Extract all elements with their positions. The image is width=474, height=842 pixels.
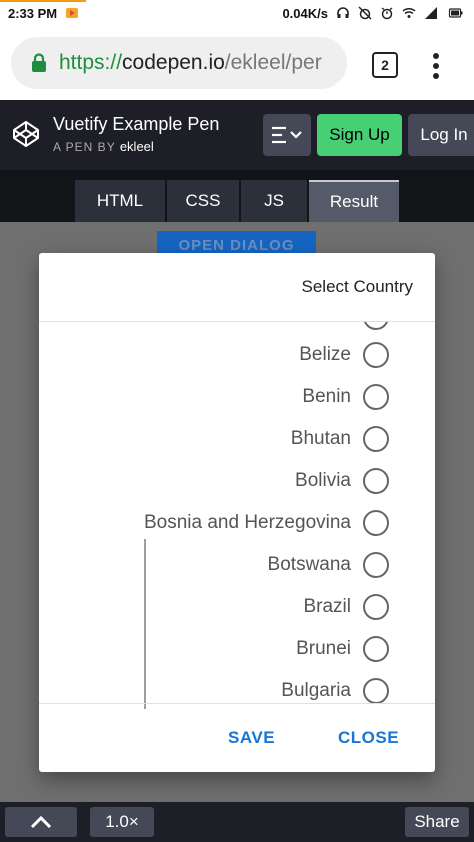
sign-up-button[interactable]: Sign Up: [317, 114, 402, 156]
status-time: 2:33 PM: [8, 5, 58, 21]
url-bar[interactable]: https://codepen.io/ekleel/per: [11, 37, 347, 89]
headset-icon: [337, 7, 349, 18]
status-bar: 2:33 PM 0.04K/s: [0, 0, 474, 26]
radio-option[interactable]: Brunei: [39, 628, 435, 670]
dialog-title: Select Country: [301, 277, 414, 296]
chevron-up-icon: [30, 815, 52, 829]
radio-label: Botswana: [267, 554, 351, 575]
browser-toolbar: https://codepen.io/ekleel/per 2: [0, 26, 474, 100]
editor-tabs: HTML CSS JS Result: [0, 170, 474, 222]
battery-icon: [448, 8, 463, 18]
pen-author[interactable]: ekleel: [120, 139, 154, 154]
radio-label: Bosnia and Herzegovina: [143, 512, 351, 533]
codepen-footer: 1.0× Share: [0, 802, 474, 842]
radio-circle-icon[interactable]: [363, 384, 389, 410]
url-scheme: https://: [59, 51, 123, 74]
signal-icon: [425, 7, 437, 19]
radio-label: Belize: [299, 344, 351, 365]
notification-app-icon: [66, 8, 79, 18]
byline-prefix: A PEN BY: [53, 140, 116, 154]
tab-js[interactable]: JS: [241, 180, 307, 222]
radio-circle-icon[interactable]: [363, 342, 389, 368]
alarm-icon: [381, 7, 393, 20]
radio-label: Bulgaria: [281, 680, 351, 701]
log-in-button[interactable]: Log In: [408, 114, 474, 156]
wifi-icon: [402, 7, 416, 18]
radio-option[interactable]: Bhutan: [39, 418, 435, 460]
radio-label: Benin: [302, 386, 351, 407]
tab-html[interactable]: HTML: [75, 180, 165, 222]
select-country-dialog: Select Country Belize Benin Bhutan Boliv…: [39, 253, 435, 772]
radio-option[interactable]: Brazil: [39, 586, 435, 628]
dialog-actions: SAVE CLOSE: [39, 704, 435, 772]
radio-option[interactable]: Botswana: [39, 544, 435, 586]
layout-menu-icon: [272, 126, 302, 144]
page-load-progress: [0, 0, 86, 2]
save-button[interactable]: SAVE: [228, 728, 275, 748]
radio-option[interactable]: Bolivia: [39, 460, 435, 502]
radio-circle-icon[interactable]: [363, 510, 389, 536]
radio-option[interactable]: Bulgaria: [39, 670, 435, 703]
tab-switcher-button[interactable]: 2: [372, 52, 398, 78]
open-dialog-button[interactable]: OPEN DIALOG: [157, 231, 316, 253]
pen-byline: A PEN BY ekleel: [53, 139, 154, 154]
radio-circle-icon[interactable]: [363, 426, 389, 452]
radio-circle-icon[interactable]: [363, 552, 389, 578]
radio-option[interactable]: Belize: [39, 334, 435, 376]
list-scroll-indicator[interactable]: [144, 539, 146, 709]
codepen-logo-icon[interactable]: [12, 120, 40, 148]
tab-css[interactable]: CSS: [167, 180, 239, 222]
country-radio-list[interactable]: Belize Benin Bhutan Bolivia Bosnia and H…: [39, 322, 435, 703]
radio-label: Brazil: [303, 596, 351, 617]
share-button[interactable]: Share: [405, 807, 469, 837]
radio-label: Bhutan: [290, 428, 351, 449]
expand-up-button[interactable]: [5, 807, 77, 837]
radio-circle-icon[interactable]: [363, 468, 389, 494]
tab-result[interactable]: Result: [309, 180, 399, 222]
radio-circle-icon[interactable]: [363, 678, 389, 703]
radio-circle-icon[interactable]: [363, 322, 389, 330]
radio-label: Bolivia: [295, 470, 351, 491]
change-view-button[interactable]: [263, 114, 311, 156]
close-button[interactable]: CLOSE: [338, 728, 399, 748]
codepen-header: Vuetify Example Pen A PEN BY ekleel Sign…: [0, 100, 474, 170]
radio-option[interactable]: Bosnia and Herzegovina: [39, 502, 435, 544]
radio-label: Brunei: [296, 638, 351, 659]
url-host: codepen.io: [122, 51, 225, 74]
more-options-icon[interactable]: [430, 52, 442, 80]
lock-icon: [32, 53, 46, 72]
url-path: /ekleel/per: [224, 51, 322, 74]
alarm-off-icon: [358, 6, 372, 20]
radio-circle-icon[interactable]: [363, 636, 389, 662]
pen-title: Vuetify Example Pen: [53, 114, 220, 134]
network-speed: 0.04K/s: [282, 5, 328, 21]
radio-circle-icon[interactable]: [363, 594, 389, 620]
radio-option[interactable]: Benin: [39, 376, 435, 418]
zoom-button[interactable]: 1.0×: [90, 807, 154, 837]
